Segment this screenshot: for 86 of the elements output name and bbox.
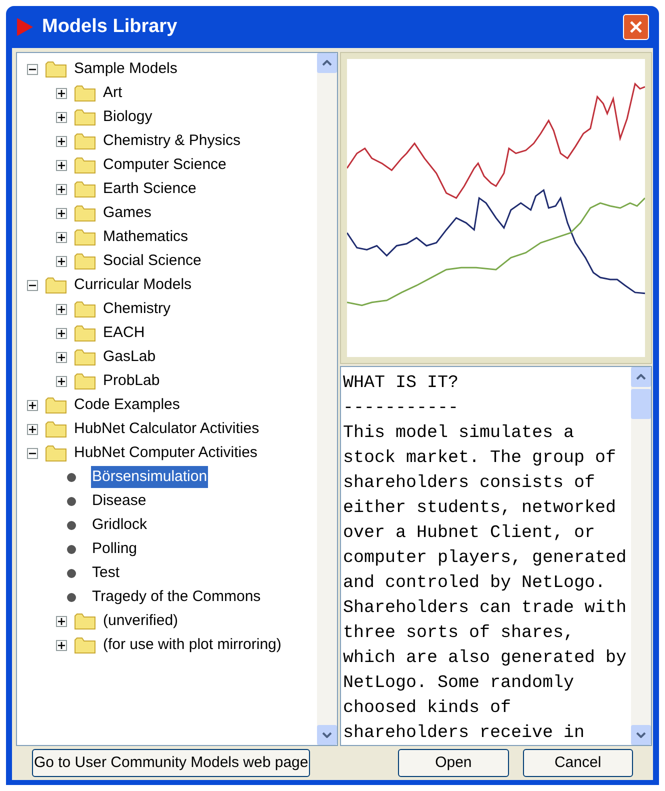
bullet-icon (67, 544, 76, 554)
tree-item[interactable]: Social Science (102, 250, 202, 272)
folder-icon (45, 276, 67, 294)
collapse-icon[interactable] (27, 448, 38, 458)
folder-icon (74, 300, 96, 318)
info-heading: WHAT IS IT? (343, 372, 460, 395)
folder-icon (74, 372, 96, 390)
bullet-icon (67, 568, 76, 578)
tree-item[interactable]: GasLab (102, 346, 157, 368)
bullet-icon (67, 496, 76, 506)
folder-icon (74, 156, 96, 174)
expand-icon[interactable] (56, 328, 67, 338)
expand-icon[interactable] (27, 400, 38, 410)
folder-icon (45, 396, 67, 414)
expand-icon[interactable] (56, 136, 67, 146)
folder-icon (45, 444, 67, 462)
expand-icon[interactable] (56, 304, 67, 314)
scroll-down-icon[interactable] (631, 725, 651, 745)
folder-icon (74, 324, 96, 342)
tree-item[interactable]: Polling (91, 538, 138, 560)
tree-item[interactable]: Mathematics (102, 226, 190, 248)
collapse-icon[interactable] (27, 280, 38, 290)
tree-item[interactable]: Sample Models (73, 58, 178, 80)
tree-item[interactable]: ProbLab (102, 370, 161, 392)
expand-icon[interactable] (56, 640, 67, 650)
tree-item[interactable]: Test (91, 562, 121, 584)
expand-icon[interactable] (56, 208, 67, 218)
tree-item[interactable]: Börsensimulation (91, 466, 208, 488)
tree-item[interactable]: Computer Science (102, 154, 228, 176)
dialog-button[interactable]: Open (398, 749, 509, 777)
expand-icon[interactable] (56, 184, 67, 194)
bullet-icon (67, 592, 76, 602)
folder-icon (74, 636, 96, 654)
tree-item[interactable]: HubNet Calculator Activities (73, 418, 260, 440)
folder-icon (74, 108, 96, 126)
tree-item[interactable]: (unverified) (102, 610, 180, 632)
expand-icon[interactable] (56, 256, 67, 266)
expand-icon[interactable] (56, 232, 67, 242)
tree-item[interactable]: Disease (91, 490, 148, 512)
expand-icon[interactable] (56, 376, 67, 386)
tree-item[interactable]: Tragedy of the Commons (91, 586, 262, 608)
dialog-button[interactable]: Cancel (522, 749, 633, 777)
scroll-down-icon[interactable] (317, 725, 337, 745)
close-icon (629, 20, 643, 34)
collapse-icon[interactable] (27, 64, 38, 74)
tree-item[interactable]: Gridlock (91, 514, 148, 536)
scrollbar[interactable] (631, 367, 651, 745)
expand-icon[interactable] (56, 88, 67, 98)
bullet-icon (67, 520, 76, 530)
tree-item[interactable]: Earth Science (102, 178, 198, 200)
tree-item[interactable]: Chemistry & Physics (102, 130, 242, 152)
folder-icon (45, 420, 67, 438)
expand-icon[interactable] (56, 112, 67, 122)
scroll-up-icon[interactable] (317, 53, 337, 73)
tree-item[interactable]: Art (102, 82, 124, 104)
folder-icon (74, 204, 96, 222)
expand-icon[interactable] (56, 160, 67, 170)
dialog-button[interactable]: Go to User Community Models web page (32, 749, 310, 777)
tree-item[interactable]: Biology (102, 106, 154, 128)
tree-item[interactable]: Games (102, 202, 152, 224)
tree-item[interactable]: Code Examples (73, 394, 181, 416)
folder-icon (74, 180, 96, 198)
logo-icon (16, 17, 34, 37)
folder-icon (74, 612, 96, 630)
window-title: Models Library (42, 14, 178, 39)
close-button[interactable] (623, 14, 649, 40)
expand-icon[interactable] (27, 424, 38, 434)
scroll-thumb[interactable] (631, 389, 651, 419)
scrollbar[interactable] (317, 53, 337, 745)
folder-icon (74, 348, 96, 366)
folder-icon (74, 252, 96, 270)
folder-icon (74, 228, 96, 246)
folder-icon (74, 132, 96, 150)
tree-item[interactable]: EACH (102, 322, 146, 344)
scroll-up-icon[interactable] (631, 367, 651, 387)
folder-icon (74, 84, 96, 102)
tree-item[interactable]: Curricular Models (73, 274, 193, 296)
tree-item[interactable]: HubNet Computer Activities (73, 442, 258, 464)
info-rule: ----------- (343, 397, 460, 420)
bullet-icon (67, 472, 76, 482)
info-text: This model simulates a stock market. The group of shareholders consists of either students, networked over a Hubnet Client, or computer players, generated and controled by NetLogo. Shareholders can trade with three sorts of shares, which are also generated by NetLogo. Some randomly choosed kinds of shareholders receive in (343, 422, 628, 745)
tree-item[interactable]: Chemistry (102, 298, 172, 320)
folder-icon (45, 60, 67, 78)
expand-icon[interactable] (56, 616, 67, 626)
tree-item[interactable]: (for use with plot mirroring) (102, 634, 282, 656)
expand-icon[interactable] (56, 352, 67, 362)
